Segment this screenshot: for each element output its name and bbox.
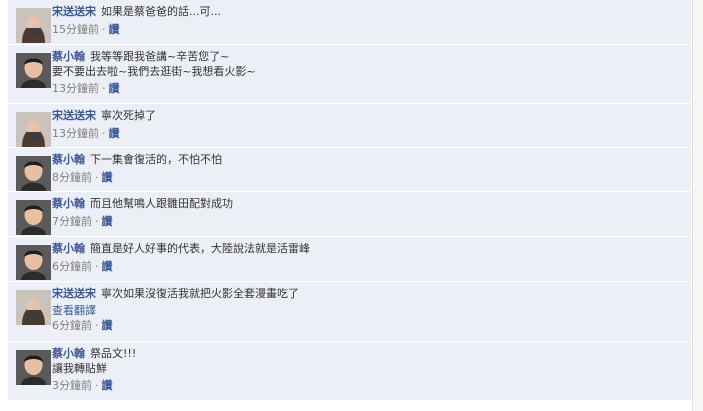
comment-item: 宋送送宋 寧次死掉了 13分鐘前 · 讚 xyxy=(8,104,691,148)
avatar-girl-image xyxy=(16,8,51,43)
avatar[interactable] xyxy=(16,290,51,325)
comment-author-link[interactable]: 宋送送宋 xyxy=(52,109,96,122)
comment-author-link[interactable]: 蔡小翰 xyxy=(52,50,85,63)
comment-item: 蔡小翰 簡直是好人好事的代表，大陸說法就是活雷峰 6分鐘前 · 讚 xyxy=(8,237,691,282)
comment-text: 如果是蔡爸爸的話...可... xyxy=(101,5,221,18)
see-translation-link[interactable]: 查看翻譯 xyxy=(52,304,685,319)
comment-text: 寧次死掉了 xyxy=(101,109,156,122)
like-link[interactable]: 讚 xyxy=(102,319,113,332)
comment-text: 祭品文!!! xyxy=(90,347,137,360)
avatar-boy-image xyxy=(16,200,51,235)
comment-timestamp[interactable]: 6分鐘前 xyxy=(52,319,92,332)
comment-text: 我等等跟我爸講~辛苦您了~ xyxy=(90,50,230,63)
avatar-boy-image xyxy=(16,350,51,385)
comment-text-line2: 要不要出去啦~我們去逛街~我想看火影~ xyxy=(52,64,256,78)
comment-text: 而且他幫鳴人跟雛田配對成功 xyxy=(90,197,233,210)
comment-timestamp[interactable]: 13分鐘前 xyxy=(52,82,99,95)
comment-author-link[interactable]: 蔡小翰 xyxy=(52,197,85,210)
like-link[interactable]: 讚 xyxy=(102,379,113,392)
comment-timestamp[interactable]: 3分鐘前 xyxy=(52,379,92,392)
comment-timestamp[interactable]: 8分鐘前 xyxy=(52,171,92,184)
comment-item: 宋送送宋 如果是蔡爸爸的話...可... 15分鐘前 · 讚 xyxy=(8,0,691,45)
avatar[interactable] xyxy=(16,156,51,191)
comment-timestamp[interactable]: 7分鐘前 xyxy=(52,215,92,228)
comment-text: 下一集會復活的，不怕不怕 xyxy=(90,153,222,166)
comment-author-link[interactable]: 蔡小翰 xyxy=(52,242,85,255)
avatar[interactable] xyxy=(16,350,51,385)
avatar[interactable] xyxy=(16,8,51,43)
avatar-boy-image xyxy=(16,53,51,88)
like-link[interactable]: 讚 xyxy=(109,23,120,36)
like-link[interactable]: 讚 xyxy=(102,171,113,184)
avatar[interactable] xyxy=(16,200,51,235)
comment-item: 蔡小翰 下一集會復活的，不怕不怕 8分鐘前 · 讚 xyxy=(8,148,691,192)
comment-timestamp[interactable]: 13分鐘前 xyxy=(52,127,99,140)
comment-item: 蔡小翰 而且他幫鳴人跟雛田配對成功 7分鐘前 · 讚 xyxy=(8,192,691,237)
like-link[interactable]: 讚 xyxy=(109,127,120,140)
avatar[interactable] xyxy=(16,53,51,88)
comment-item: 宋送送宋 寧次如果沒復活我就把火影全套漫畫吃了 查看翻譯 6分鐘前 · 讚 xyxy=(8,282,691,342)
like-link[interactable]: 讚 xyxy=(102,215,113,228)
comment-author-link[interactable]: 蔡小翰 xyxy=(52,153,85,166)
avatar[interactable] xyxy=(16,112,51,147)
comment-timestamp[interactable]: 6分鐘前 xyxy=(52,260,92,273)
like-link[interactable]: 讚 xyxy=(109,82,120,95)
avatar-girl-image xyxy=(16,112,51,147)
scrollbar[interactable] xyxy=(692,0,703,411)
comment-timestamp[interactable]: 15分鐘前 xyxy=(52,23,99,36)
comment-item: 蔡小翰 祭品文!!! 讓我轉貼鮮 3分鐘前 · 讚 xyxy=(8,342,691,401)
comment-author-link[interactable]: 宋送送宋 xyxy=(52,287,96,300)
avatar-boy-image xyxy=(16,245,51,280)
comment-list: 宋送送宋 如果是蔡爸爸的話...可... 15分鐘前 · 讚 蔡小翰 我等等跟我爸講~辛… xyxy=(8,0,691,401)
comment-text: 寧次如果沒復活我就把火影全套漫畫吃了 xyxy=(101,287,299,300)
avatar[interactable] xyxy=(16,245,51,280)
comment-text: 簡直是好人好事的代表，大陸說法就是活雷峰 xyxy=(90,242,310,255)
avatar-boy-image xyxy=(16,156,51,191)
avatar-girl-image xyxy=(16,290,51,325)
comment-author-link[interactable]: 蔡小翰 xyxy=(52,347,85,360)
comment-author-link[interactable]: 宋送送宋 xyxy=(52,5,96,18)
comment-text-line2: 讓我轉貼鮮 xyxy=(52,361,107,375)
like-link[interactable]: 讚 xyxy=(102,260,113,273)
comment-item: 蔡小翰 我等等跟我爸講~辛苦您了~ 要不要出去啦~我們去逛街~我想看火影~ 13分… xyxy=(8,45,691,104)
